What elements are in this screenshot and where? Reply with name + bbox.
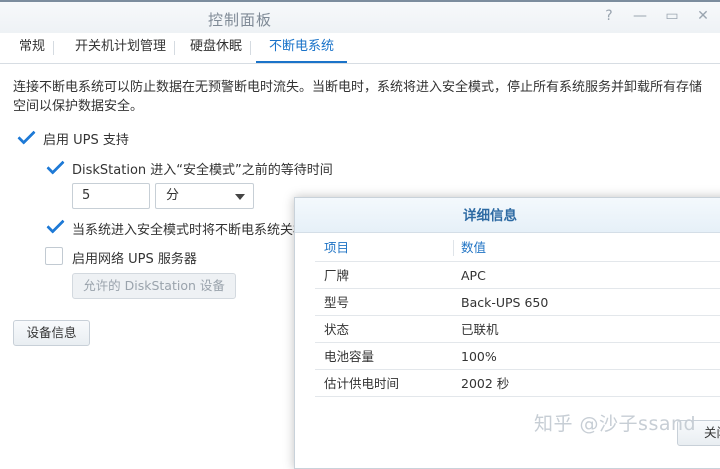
row-value: 100% bbox=[461, 349, 497, 364]
network-ups-checkbox[interactable] bbox=[45, 247, 63, 265]
shutdown-ups-label: 当系统进入安全模式时将不断电系统关机 bbox=[72, 223, 307, 238]
table-row: 状态 已联机 bbox=[315, 316, 720, 343]
details-grid: 项目 数值 厂牌 APC 型号 Back-UPS 650 状态 已联机 电池容量… bbox=[315, 234, 720, 397]
row-item: 型号 bbox=[324, 295, 350, 310]
column-divider bbox=[453, 240, 454, 256]
grid-header: 项目 数值 bbox=[315, 234, 720, 262]
network-ups-label: 启用网络 UPS 服务器 bbox=[72, 252, 197, 267]
tab-bar: 常规 开关机计划管理 硬盘休眠 不断电系统 bbox=[0, 33, 720, 64]
table-row: 估计供电时间 2002 秒 bbox=[315, 370, 720, 397]
wait-unit-value: 分 bbox=[166, 188, 180, 203]
tab-general[interactable]: 常规 bbox=[19, 33, 55, 63]
row-item: 厂牌 bbox=[324, 268, 350, 283]
row-value: Back-UPS 650 bbox=[461, 295, 549, 310]
tab-ups[interactable]: 不断电系统 bbox=[256, 33, 348, 63]
details-dialog-title: 详细信息 bbox=[295, 198, 720, 233]
allowed-devices-button[interactable]: 允许的 DiskStation 设备 bbox=[72, 273, 236, 299]
maximize-icon[interactable]: ▭ bbox=[663, 8, 681, 24]
header-item: 项目 bbox=[324, 240, 350, 255]
row-item: 电池容量 bbox=[324, 349, 375, 364]
device-info-button[interactable]: 设备信息 bbox=[13, 320, 90, 346]
chevron-down-icon bbox=[235, 194, 245, 200]
wait-time-checkbox[interactable] bbox=[45, 158, 63, 176]
tab-power-schedule[interactable]: 开关机计划管理 bbox=[75, 33, 176, 63]
help-icon[interactable]: ? bbox=[600, 8, 618, 24]
shutdown-ups-checkbox[interactable] bbox=[45, 217, 63, 235]
row-item: 状态 bbox=[324, 322, 350, 337]
close-icon[interactable]: ✕ bbox=[694, 8, 712, 24]
row-value: 2002 秒 bbox=[461, 376, 510, 391]
header-value: 数值 bbox=[461, 240, 487, 255]
table-row: 厂牌 APC bbox=[315, 262, 720, 289]
wait-unit-select[interactable]: 分 bbox=[155, 183, 254, 209]
enable-ups-checkbox[interactable] bbox=[16, 128, 34, 146]
table-row: 电池容量 100% bbox=[315, 343, 720, 370]
minimize-icon[interactable]: — bbox=[631, 8, 649, 24]
row-item: 估计供电时间 bbox=[324, 376, 400, 391]
row-value: APC bbox=[461, 268, 486, 283]
wait-time-label: DiskStation 进入“安全模式”之前的等待时间 bbox=[72, 163, 333, 178]
table-row: 型号 Back-UPS 650 bbox=[315, 289, 720, 316]
wait-time-input[interactable]: 5 bbox=[72, 183, 150, 209]
tab-hdd-hibernation[interactable]: 硬盘休眠 bbox=[190, 33, 252, 63]
watermark: 知乎 @沙子ssand bbox=[534, 413, 697, 435]
enable-ups-label: 启用 UPS 支持 bbox=[43, 133, 129, 148]
window-title: 控制面板 bbox=[207, 11, 272, 29]
ups-description: 连接不断电系统可以防止数据在无预警断电时流失。当断电时，系统将进入安全模式，停止… bbox=[13, 80, 703, 114]
row-value: 已联机 bbox=[461, 322, 499, 337]
window-titlebar: 控制面板 ? — ▭ ✕ bbox=[0, 0, 720, 33]
